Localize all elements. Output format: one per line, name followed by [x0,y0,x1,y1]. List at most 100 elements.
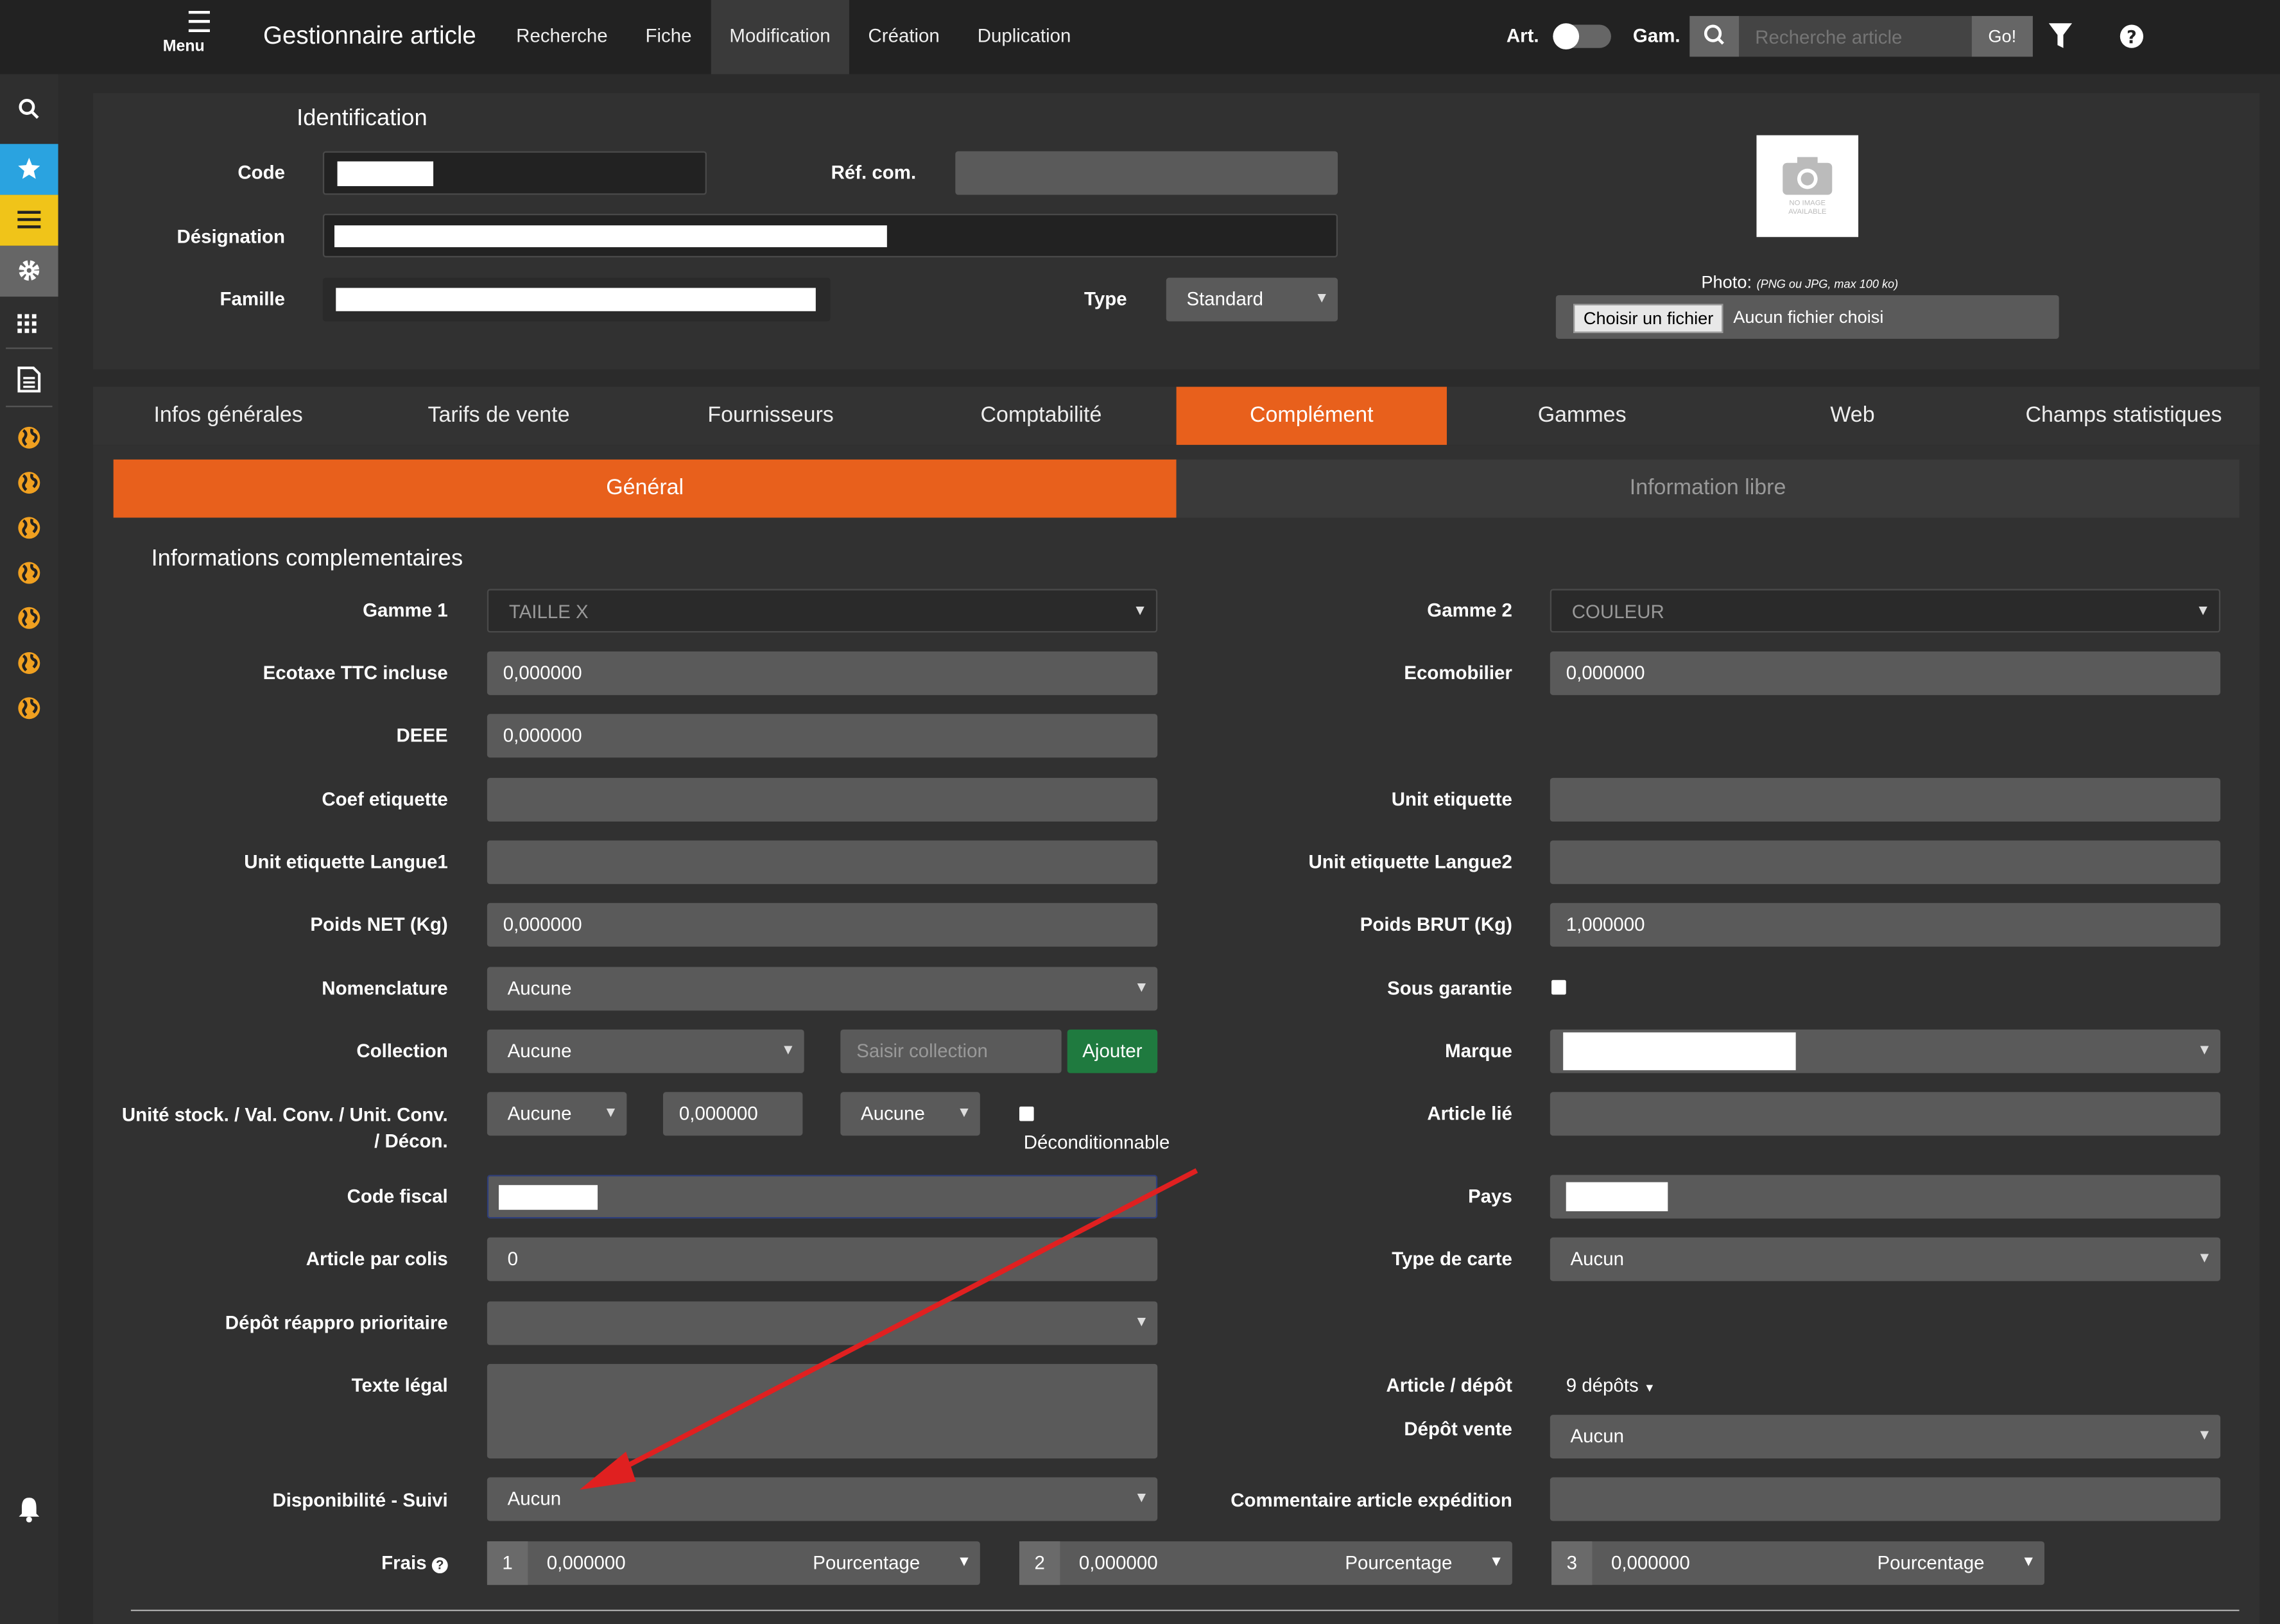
coef-etiquette-input[interactable] [487,777,1158,822]
sidebar-globe-2[interactable] [0,458,58,509]
tab-web[interactable]: Web [1717,387,1987,445]
unit-etiquette-langue1-input[interactable] [487,840,1158,885]
redacted-value [1566,1182,1668,1211]
choose-file-button[interactable]: Choisir un fichier [1573,304,1724,333]
toggle-knob [1553,23,1580,50]
menu-button[interactable]: ☰ Menu [163,9,236,55]
frais-value-2[interactable]: 0,000000 [1063,1541,1325,1585]
main-tabs: Infos générales Tarifs de vente Fourniss… [92,386,2260,445]
code-input[interactable] [322,151,707,195]
sous-garantie-checkbox[interactable] [1551,980,1566,995]
frais-type-1[interactable]: Pourcentage ▼ [797,1541,980,1585]
sidebar-document[interactable] [0,353,58,404]
help-icon[interactable]: ? [2119,23,2145,49]
tab-fournisseurs[interactable]: Fournisseurs [635,387,906,445]
deee-input[interactable]: 0,000000 [487,714,1158,758]
sidebar [0,74,58,1624]
val-conv-input[interactable]: 0,000000 [662,1092,803,1136]
go-button[interactable]: Go! [1971,15,2033,57]
type-de-carte-select[interactable]: Aucun ▼ [1550,1237,2221,1281]
poids-brut-label: Poids BRUT (Kg) [1360,913,1512,935]
deconditionnable-checkbox[interactable] [1019,1106,1034,1121]
type-select[interactable]: Standard ▼ [1166,277,1338,322]
sidebar-globe-4[interactable] [0,548,58,599]
gear-icon [19,260,40,281]
unit-etiquette-input[interactable] [1550,777,2221,822]
sidebar-search[interactable] [0,84,58,135]
gamme1-select[interactable]: TAILLE X ▼ [487,589,1158,633]
sidebar-apps[interactable] [0,301,58,352]
poids-net-label: Poids NET (Kg) [310,913,448,935]
tab-champs-statistiques[interactable]: Champs statistiques [1988,387,2260,445]
frais-group-1: 1 0,000000 Pourcentage ▼ [487,1541,980,1585]
frais-value-1[interactable]: 0,000000 [531,1541,793,1585]
article-par-colis-input[interactable]: 0 [487,1237,1158,1281]
sidebar-list[interactable] [0,194,58,246]
sidebar-settings[interactable] [0,245,58,297]
tab-infos-generales[interactable]: Infos générales [93,387,363,445]
chevron-down-icon: ▼ [2021,1554,2036,1571]
nav-modification[interactable]: Modification [710,0,850,74]
sidebar-globe-7[interactable] [0,684,58,734]
search-article-input[interactable] [1739,15,1972,57]
nav-recherche[interactable]: Recherche [497,0,626,74]
collection-select[interactable]: Aucune ▼ [487,1029,804,1073]
depot-vente-label: Dépôt vente [1404,1417,1512,1440]
sidebar-notifications[interactable] [0,1483,58,1534]
nav-creation[interactable]: Création [849,0,958,74]
marque-select[interactable]: ▼ [1550,1029,2221,1073]
subtab-general[interactable]: Général [113,459,1177,518]
sidebar-globe-5[interactable] [0,593,58,644]
ecomobilier-label: Ecomobilier [1404,661,1512,684]
frais-type-2[interactable]: Pourcentage ▼ [1329,1541,1512,1585]
poids-net-input[interactable]: 0,000000 [487,903,1158,947]
sidebar-globe-3[interactable] [0,503,58,554]
subtab-information-libre[interactable]: Information libre [1176,459,2240,518]
search-button[interactable] [1689,15,1740,57]
unit-etiquette-langue2-input[interactable] [1550,840,2221,885]
ref-com-input[interactable] [955,151,1338,195]
filter-icon[interactable] [2048,22,2074,51]
nomenclature-select[interactable]: Aucune ▼ [487,967,1158,1011]
frais-value-3[interactable]: 0,000000 [1595,1541,1857,1585]
article-depot-dropdown[interactable]: 9 dépôts ▼ [1566,1374,1655,1396]
texte-legal-textarea[interactable] [487,1363,1158,1459]
ajouter-button[interactable]: Ajouter [1067,1029,1158,1073]
ecomobilier-input[interactable]: 0,000000 [1550,651,2221,695]
tab-gammes[interactable]: Gammes [1447,387,1717,445]
ref-com-label: Réf. com. [831,161,917,184]
unit-conv-select[interactable]: Aucune ▼ [840,1092,980,1136]
frais-type-3[interactable]: Pourcentage ▼ [1861,1541,2044,1585]
depot-reappro-select[interactable]: ▼ [487,1301,1158,1345]
nav-fiche[interactable]: Fiche [626,0,711,74]
sidebar-globe-1[interactable] [0,413,58,463]
list-icon [17,211,41,229]
nav-duplication[interactable]: Duplication [958,0,1090,74]
ecotaxe-input[interactable]: 0,000000 [487,651,1158,695]
redacted-value [337,161,434,186]
designation-input[interactable] [322,213,1338,257]
tab-comptabilite[interactable]: Comptabilité [906,387,1176,445]
unite-stock-select[interactable]: Aucune ▼ [487,1092,627,1136]
no-image-placeholder: NO IMAGE AVAILABLE [1756,135,1859,238]
art-gam-toggle[interactable] [1553,23,1611,50]
sidebar-favorites[interactable] [0,144,58,195]
tab-tarifs-de-vente[interactable]: Tarifs de vente [363,387,634,445]
poids-brut-input[interactable]: 1,000000 [1550,903,2221,947]
article-lie-input[interactable] [1550,1092,2221,1136]
gamme2-value: COULEUR [1571,600,1664,623]
frais-type-1-value: Pourcentage [813,1551,920,1574]
commentaire-expedition-input[interactable] [1550,1477,2221,1521]
famille-input[interactable] [322,277,831,322]
depot-vente-select[interactable]: Aucun ▼ [1550,1415,2221,1459]
gamme2-select[interactable]: COULEUR ▼ [1550,589,2221,633]
disponibilite-suivi-select[interactable]: Aucun ▼ [487,1477,1158,1521]
unite-stock-value: Aucune [507,1102,572,1125]
sidebar-globe-6[interactable] [0,638,58,689]
photo-file-input[interactable]: Choisir un fichier Aucun fichier choisi [1555,295,2059,339]
saisir-collection-input[interactable]: Saisir collection [840,1029,1062,1073]
pays-input[interactable] [1550,1175,2221,1219]
info-icon[interactable]: ? [431,1557,448,1574]
code-fiscal-input[interactable] [487,1175,1158,1219]
tab-complement[interactable]: Complément [1176,386,1447,445]
